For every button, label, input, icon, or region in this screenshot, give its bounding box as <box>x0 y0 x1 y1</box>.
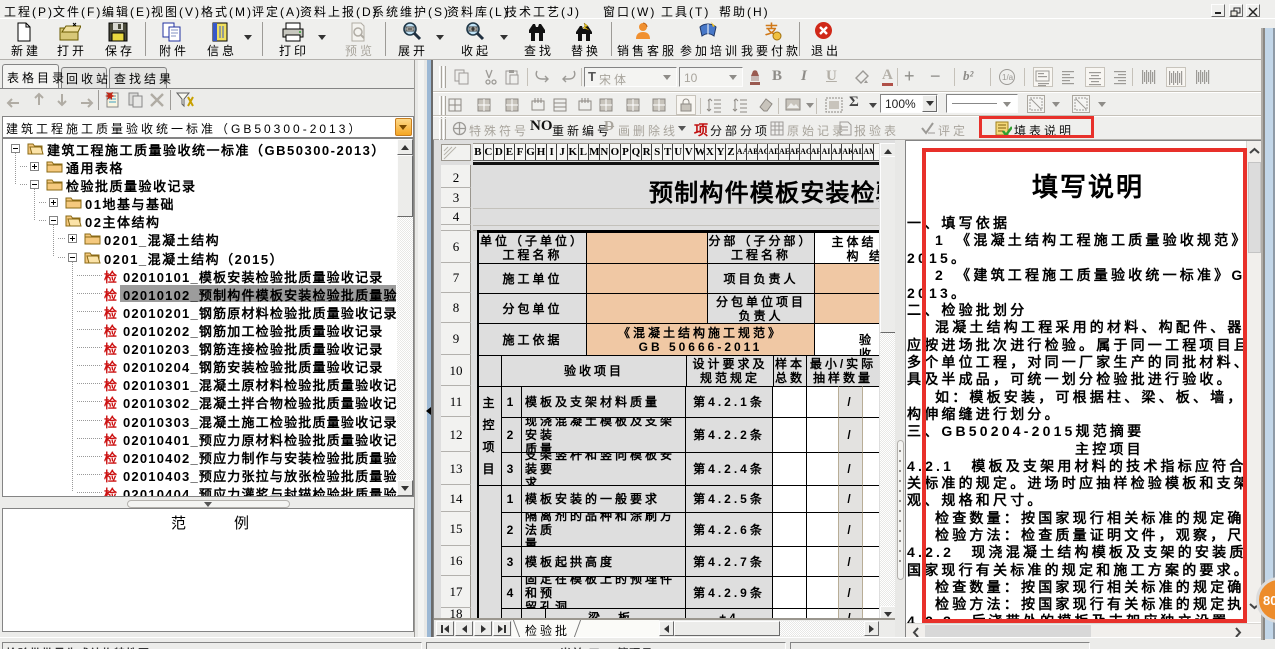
svg-text:1/a: 1/a <box>1002 73 1014 82</box>
